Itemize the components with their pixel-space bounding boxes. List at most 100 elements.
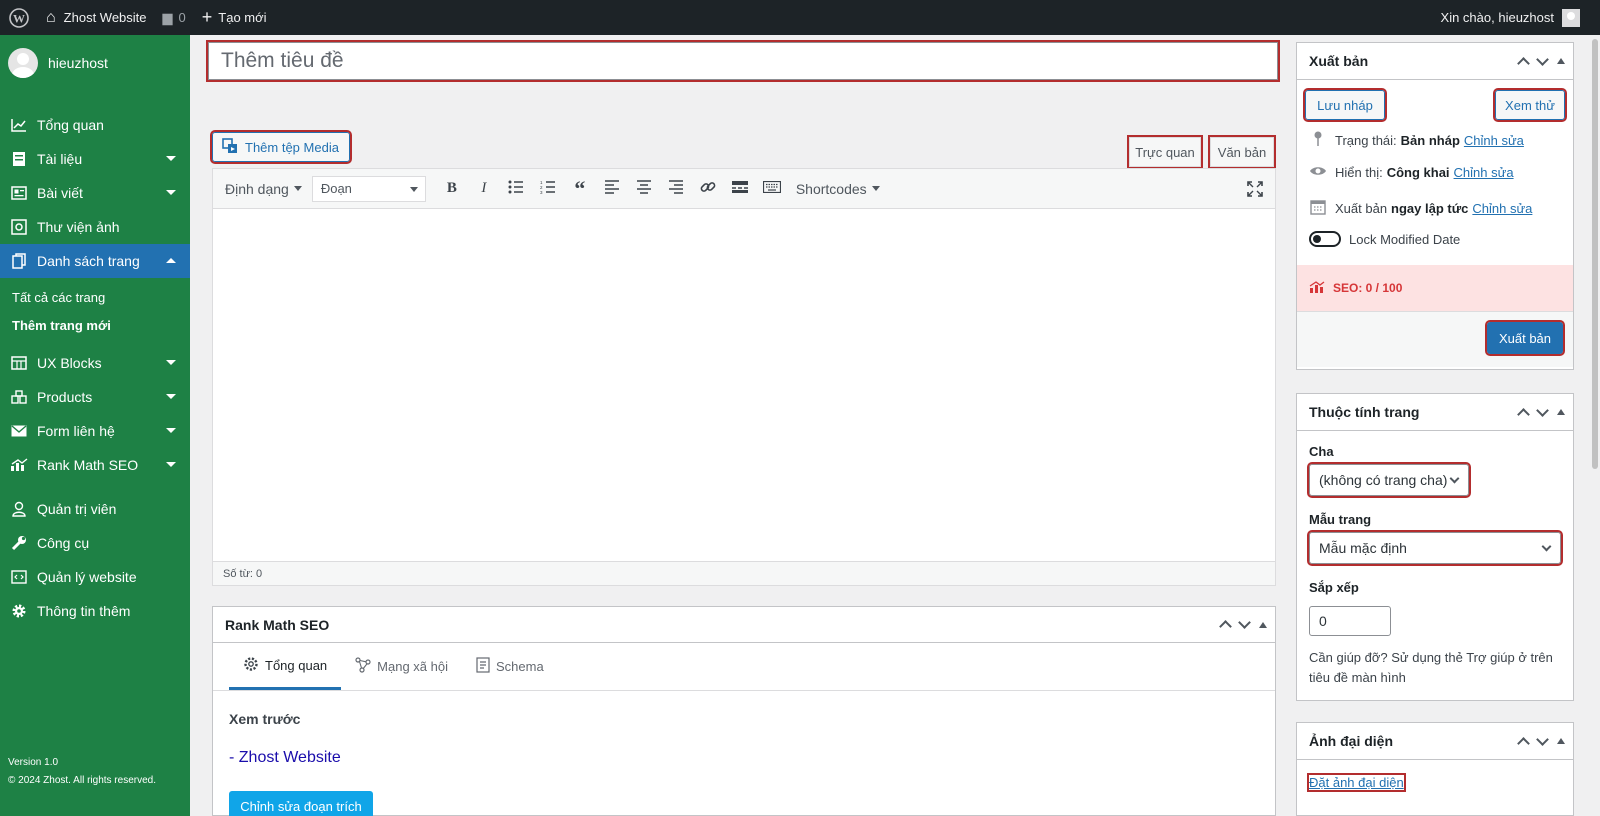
sidebar-item-documents[interactable]: Tài liệu [0,142,190,176]
site-name-link[interactable]: ⌂ Zhost Website [38,0,155,35]
sidebar-item-tools[interactable]: Công cụ [0,526,190,560]
dropdown-arrow-icon [409,186,418,192]
sidebar-item-contact-form[interactable]: Form liên hệ [0,414,190,448]
account-menu[interactable]: Xin chào, hieuzhost [1433,0,1588,35]
tab-schema[interactable]: Schema [462,643,558,690]
numbered-list-icon[interactable]: 123 [532,180,564,198]
status-label: Trạng thái: [1335,133,1397,148]
dropdown-arrow-icon [293,186,302,191]
publish-header: Xuất bản [1297,43,1573,80]
sidebar-item-label: Form liên hệ [37,423,115,439]
publish-button-label: Xuất bản [1498,330,1552,346]
read-more-icon[interactable] [724,180,756,197]
edit-visibility-link[interactable]: Chỉnh sửa [1454,165,1514,180]
title-input[interactable]: Thêm tiêu đề [206,40,1280,82]
parent-label: Cha [1309,444,1334,459]
save-draft-button[interactable]: Lưu nháp [1303,88,1387,122]
sidebar-item-more-info[interactable]: Thông tin thêm [0,594,190,628]
scrollbar-thumb[interactable] [1592,39,1598,469]
bullet-list-icon[interactable] [500,180,532,198]
publish-button[interactable]: Xuất bản [1485,320,1565,356]
move-down-icon[interactable] [1238,616,1251,629]
shortcodes-menu[interactable]: Shortcodes [796,181,880,197]
sidebar-item-website-manager[interactable]: Quản lý website [0,560,190,594]
align-right-icon[interactable] [660,179,692,198]
eye-icon [1309,165,1327,180]
publish-actions: Xuất bản [1297,311,1573,367]
lock-modified-date: Lock Modified Date [1309,231,1460,247]
page-attributes-header: Thuộc tính trang [1297,394,1573,431]
move-up-icon[interactable] [1219,620,1232,633]
submenu-add-new-page[interactable]: Thêm trang mới [0,312,190,340]
move-down-icon[interactable] [1536,403,1549,417]
preview-button[interactable]: Xem thử [1493,88,1567,122]
block-format-select[interactable]: Đoạn [311,175,426,202]
edit-snippet-button[interactable]: Chỉnh sửa đoạn trích [229,791,373,816]
sidebar-user[interactable]: hieuzhost [0,35,190,91]
format-label: Định dạng [225,180,289,197]
tab-text[interactable]: Văn bản [1208,135,1276,169]
sidebar-item-posts[interactable]: Bài viết [0,176,190,210]
collapse-icon[interactable] [1259,621,1267,628]
align-center-icon[interactable] [628,179,660,198]
chevron-down-icon [1541,541,1552,552]
add-media-label: Thêm tệp Media [245,139,339,155]
format-menu[interactable]: Định dạng [225,181,302,197]
page-scrollbar[interactable] [1590,35,1600,816]
wordpress-logo-icon[interactable]: W [0,0,38,35]
move-up-icon[interactable] [1517,407,1530,421]
edit-schedule-link[interactable]: Chỉnh sửa [1472,201,1532,216]
tab-social[interactable]: Mạng xã hội [341,643,462,690]
fullscreen-icon[interactable] [1247,181,1263,201]
add-media-button[interactable]: Thêm tệp Media [210,130,352,164]
sidebar-item-label: Quản trị viên [37,501,117,517]
sidebar-item-rank-math[interactable]: Rank Math SEO [0,448,190,482]
username: hieuzhost [48,55,108,71]
box-controls [1517,52,1565,70]
sidebar-item-ux-blocks[interactable]: UX Blocks [0,346,190,380]
comments-link[interactable]: ▆ 0 [155,0,194,35]
help-text: Cần giúp đỡ? Sử dụng thẻ Trợ giúp ở trên… [1309,650,1553,685]
box-controls [1219,616,1267,633]
chevron-down-icon [1449,473,1460,484]
submenu-all-pages[interactable]: Tất cả các trang [0,284,190,312]
seo-score: SEO: 0 / 100 [1333,281,1403,295]
serp-preview-title[interactable]: - Zhost Website [229,749,1275,767]
gear-icon [243,656,259,675]
collapse-icon[interactable] [1557,58,1565,64]
products-icon [10,388,28,406]
parent-select[interactable]: (không có trang cha) [1307,462,1471,498]
sidebar-item-pages[interactable]: Danh sách trang [0,244,190,278]
box-controls [1517,732,1565,750]
blockquote-icon[interactable]: “ [564,176,596,202]
template-select[interactable]: Mẫu mặc định [1307,530,1563,566]
set-featured-image-link[interactable]: Đặt ảnh đại diện [1307,773,1406,792]
move-up-icon[interactable] [1517,736,1530,750]
template-value: Mẫu mặc định [1319,540,1407,556]
tab-visual[interactable]: Trực quan [1127,135,1203,169]
move-down-icon[interactable] [1536,732,1549,746]
box-controls [1517,403,1565,421]
collapse-icon[interactable] [1557,409,1565,415]
order-input[interactable]: 0 [1309,606,1391,636]
editor-content-area[interactable] [213,209,1275,561]
move-up-icon[interactable] [1517,56,1530,70]
sidebar-item-dashboard[interactable]: Tổng quan [0,108,190,142]
new-content-link[interactable]: + Tạo mới [194,0,275,35]
sidebar-item-users[interactable]: Quản trị viên [0,492,190,526]
move-down-icon[interactable] [1536,52,1549,66]
tab-general[interactable]: Tổng quan [229,643,342,690]
avatar-icon [1562,8,1580,27]
edit-status-link[interactable]: Chỉnh sửa [1464,133,1524,148]
sidebar-item-products[interactable]: Products [0,380,190,414]
link-icon[interactable] [692,179,724,199]
tab-text-label: Văn bản [1217,144,1267,160]
keyboard-icon[interactable] [756,180,788,197]
collapse-icon[interactable] [1557,738,1565,744]
align-left-icon[interactable] [596,179,628,198]
italic-icon[interactable]: I [468,180,500,197]
lock-modified-toggle[interactable] [1309,231,1341,247]
seo-score-bar[interactable]: SEO: 0 / 100 [1297,265,1573,311]
bold-icon[interactable]: B [436,180,468,197]
sidebar-item-media[interactable]: Thư viện ảnh [0,210,190,244]
